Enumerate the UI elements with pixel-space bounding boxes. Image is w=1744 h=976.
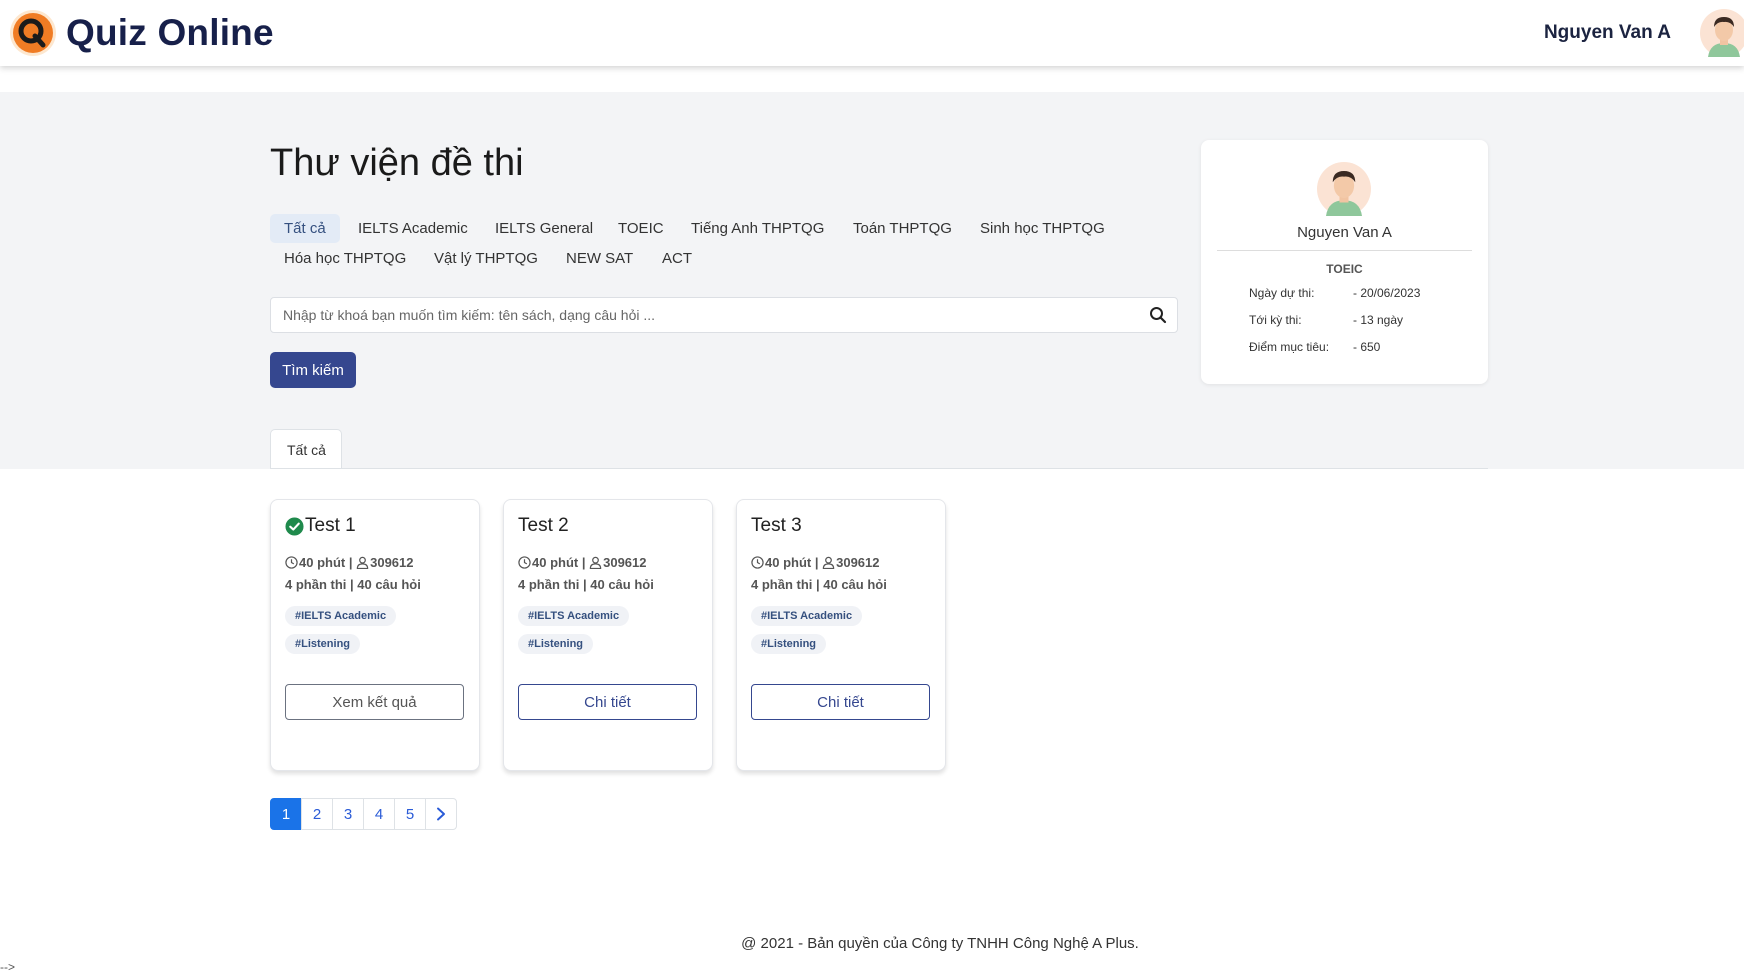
test-title-text: Test 1 (305, 515, 356, 536)
category-toan-thptqg[interactable]: Toán THPTQG (839, 214, 966, 243)
test-participants: 309612 (603, 555, 647, 570)
profile-row-value: - 20/06/2023 (1353, 286, 1421, 300)
page-3[interactable]: 3 (332, 798, 364, 830)
chevron-right-icon (437, 807, 445, 821)
tag-ielts-academic[interactable]: #IELTS Academic (518, 606, 630, 626)
profile-row-label: Điểm mục tiêu: (1249, 340, 1330, 354)
test-participants: 309612 (370, 555, 414, 570)
search-icon[interactable] (1149, 306, 1167, 324)
test-title-text: Test 3 (751, 515, 802, 536)
test-meta: 40 phút | 309612 (751, 555, 880, 570)
profile-row-exam-date: Ngày dự thi: - 20/06/2023 (1249, 286, 1420, 300)
user-avatar-icon[interactable] (1700, 9, 1744, 57)
tab-divider (270, 468, 1488, 469)
page-4[interactable]: 4 (363, 798, 395, 830)
user-icon (589, 556, 602, 569)
category-vat-ly-thptqg[interactable]: Vật lý THPTQG (420, 244, 552, 273)
test-meta: 40 phút | 309612 (285, 555, 414, 570)
category-all[interactable]: Tất cả (270, 214, 340, 243)
detail-button[interactable]: Chi tiết (751, 684, 930, 720)
category-ielts-general[interactable]: IELTS General (481, 214, 607, 243)
test-parts: 4 phần thi | 40 câu hỏi (518, 577, 654, 592)
check-circle-icon (285, 516, 304, 536)
next-page-button[interactable] (425, 798, 457, 830)
category-new-sat[interactable]: NEW SAT (552, 244, 647, 273)
profile-divider (1217, 250, 1472, 251)
tab-all[interactable]: Tất cả (270, 429, 342, 469)
header-user-name[interactable]: Nguyen Van A (1544, 22, 1671, 44)
test-title[interactable]: Test 3 (751, 515, 802, 537)
profile-avatar-icon (1317, 162, 1371, 216)
category-ielts-academic[interactable]: IELTS Academic (344, 214, 482, 243)
clock-icon (518, 556, 531, 569)
quiz-logo-icon[interactable] (9, 9, 57, 57)
category-act[interactable]: ACT (648, 244, 706, 273)
tag-ielts-academic[interactable]: #IELTS Academic (285, 606, 397, 626)
test-parts: 4 phần thi | 40 câu hỏi (751, 577, 887, 592)
profile-row-target-score: Điểm mục tiêu: - 650 (1249, 340, 1380, 354)
brand-title[interactable]: Quiz Online (66, 12, 274, 54)
category-tieng-anh-thptqg[interactable]: Tiếng Anh THPTQG (677, 214, 838, 243)
tag-listening[interactable]: #Listening (751, 634, 827, 654)
top-header: Quiz Online Nguyen Van A (0, 0, 1744, 66)
user-icon (822, 556, 835, 569)
footer-copyright: @ 2021 - Bản quyền của Công ty TNHH Công… (741, 935, 1139, 952)
category-sinh-hoc-thptqg[interactable]: Sinh học THPTQG (966, 214, 1119, 243)
category-hoa-hoc-thptqg[interactable]: Hóa học THPTQG (270, 244, 420, 273)
view-result-button[interactable]: Xem kết quả (285, 684, 464, 720)
page-2[interactable]: 2 (301, 798, 333, 830)
profile-row-value: - 13 ngày (1353, 313, 1404, 327)
clock-icon (751, 556, 764, 569)
search-bar (270, 297, 1178, 333)
profile-row-label: Tới kỳ thi: (1249, 313, 1302, 327)
tag-listening[interactable]: #Listening (285, 634, 361, 654)
page-5[interactable]: 5 (394, 798, 426, 830)
profile-exam: TOEIC (1326, 262, 1363, 276)
pagination: 1 2 3 4 5 (270, 798, 457, 830)
search-button[interactable]: Tìm kiếm (270, 352, 356, 388)
profile-card: Nguyen Van A TOEIC Ngày dự thi: - 20/06/2… (1201, 140, 1488, 384)
test-parts: 4 phần thi | 40 câu hỏi (285, 577, 421, 592)
detail-button[interactable]: Chi tiết (518, 684, 697, 720)
test-title-text: Test 2 (518, 515, 569, 536)
category-toeic[interactable]: TOEIC (604, 214, 678, 243)
tag-listening[interactable]: #Listening (518, 634, 594, 654)
test-participants: 309612 (836, 555, 880, 570)
profile-row-label: Ngày dự thi: (1249, 286, 1315, 300)
tag-ielts-academic[interactable]: #IELTS Academic (751, 606, 863, 626)
user-icon (356, 556, 369, 569)
test-card: Test 3 40 phút | 309612 4 phần thi | 40 … (736, 499, 946, 771)
test-card: Test 2 40 phút | 309612 4 phần thi | 40 … (503, 499, 713, 771)
test-duration: 40 phút | (532, 555, 586, 570)
search-input[interactable] (283, 298, 1133, 332)
profile-row-days-left: Tới kỳ thi: - 13 ngày (1249, 313, 1403, 327)
test-title[interactable]: Test 2 (518, 515, 569, 537)
test-title[interactable]: Test 1 (285, 515, 356, 537)
test-card: Test 1 40 phút | 309612 4 phần thi | 40 … (270, 499, 480, 771)
test-duration: 40 phút | (765, 555, 819, 570)
profile-row-value: - 650 (1353, 340, 1381, 354)
stray-comment-text: --> (0, 960, 15, 974)
page-title: Thư viện đề thi (270, 142, 524, 184)
clock-icon (285, 556, 298, 569)
profile-name: Nguyen Van A (1297, 224, 1392, 241)
test-meta: 40 phút | 309612 (518, 555, 647, 570)
test-duration: 40 phút | (299, 555, 353, 570)
page-1[interactable]: 1 (270, 798, 302, 830)
